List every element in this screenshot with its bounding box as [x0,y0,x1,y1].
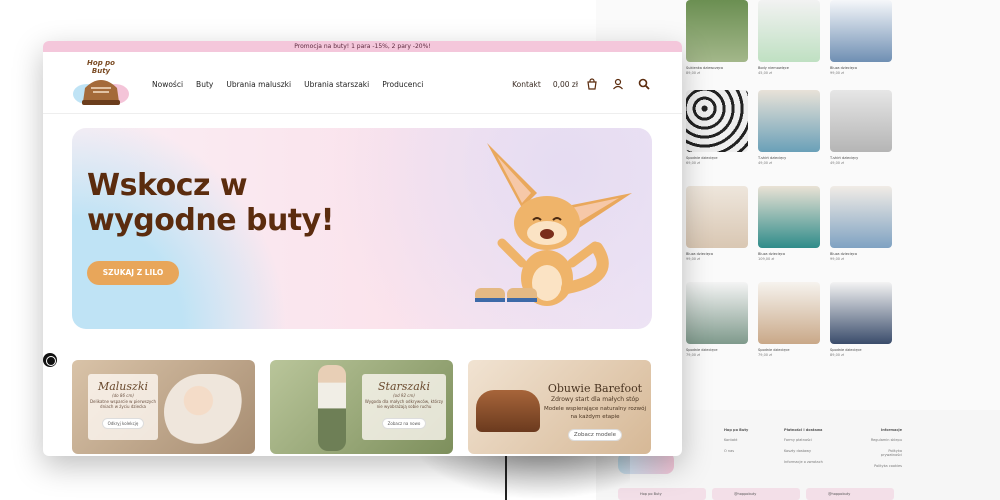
site-header: Hop po Buty Nowości Buty Ubrania maluszk… [43,52,682,114]
footer-link[interactable]: Regulamin sklepu [870,438,902,442]
product-card[interactable]: Spodnie dziecięce 69,00 zł [686,90,750,165]
card-subtitle: Zdrowy start dla małych stóp [551,396,639,403]
footer-link[interactable]: Informacje o zwrotach [784,460,874,464]
product-price: 89,00 zł [830,353,844,357]
logo-text: Hop po Buty [87,59,115,75]
fox-mascot-icon [475,143,632,306]
product-price: 79,00 zł [758,353,772,357]
footer-heading: Płatności i dostawa [784,428,823,432]
product-card[interactable]: Body niemowlęce 45,00 zł [758,0,822,75]
card-button[interactable]: Zobacz na nowo [381,417,427,429]
accessibility-icon[interactable] [43,353,57,367]
product-card[interactable]: Spodnie dziecięce 79,00 zł [686,282,750,357]
product-card[interactable]: Spodnie dziecięce 79,00 zł [758,282,822,357]
product-price: 49,00 zł [758,161,772,165]
nav-item-ubrania-starszaki[interactable]: Ubrania starszaki [304,80,369,89]
hero-title: Wskocz w wygodne buty! [87,168,334,238]
contact-link[interactable]: Kontakt [512,80,541,89]
card-title: Starszaki [378,380,430,393]
product-image[interactable] [758,186,820,248]
promo-bar: Promocja na buty! 1 para -15%, 2 pary -2… [43,41,682,52]
card-panel: Obuwie Barefoot Zdrowy start dla małych … [540,370,650,450]
card-title: Obuwie Barefoot [547,382,643,395]
product-image[interactable] [686,0,748,62]
product-image[interactable] [758,282,820,344]
product-price: 79,00 zł [686,353,700,357]
product-price: 89,00 zł [686,71,700,75]
product-price: 49,00 zł [830,161,844,165]
product-image[interactable] [758,0,820,62]
category-card-maluszki[interactable]: Maluszki (do 86 cm) Delikatne wsparcie w… [72,360,255,454]
product-image[interactable] [830,186,892,248]
product-price: 99,00 zł [830,257,844,261]
search-icon[interactable] [638,78,650,90]
cart-total[interactable]: 0,00 zł [553,80,578,89]
nav-item-buty[interactable]: Buty [196,80,213,89]
social-instagram[interactable]: @hoppobuty [712,488,800,500]
footer-link[interactable]: Formy płatności [784,438,874,442]
product-card[interactable]: Bluza dziecięca 109,00 zł [758,186,822,261]
product-card[interactable]: T-shirt dziecięcy 49,00 zł [830,90,894,165]
product-card[interactable]: Bluza dziecięca 99,00 zł [830,0,894,75]
card-description: Wygoda dla małych odkrywców, którzy nie … [364,398,444,410]
footer-column: Informacje Regulamin sklepu Polityka pry… [870,428,902,475]
nav-item-nowosci[interactable]: Nowości [152,80,183,89]
account-icon[interactable] [612,78,624,90]
cta-button[interactable]: SZUKAJ Z LILO [87,261,179,285]
header-actions: Kontakt 0,00 zł [512,78,650,90]
front-home-page: Promocja na buty! 1 para -15%, 2 pary -2… [43,41,682,456]
card-photo [318,365,346,451]
product-price: 99,00 zł [686,257,700,261]
product-image[interactable] [686,186,748,248]
product-image[interactable] [830,282,892,344]
product-image[interactable] [830,0,892,62]
logo[interactable]: Hop po Buty [71,58,131,110]
card-button[interactable]: Zobacz modele [567,429,623,441]
nav-item-ubrania-maluszki[interactable]: Ubrania maluszki [226,80,291,89]
card-description: Modele wspierające naturalny rozwój na k… [543,406,647,420]
product-price: 69,00 zł [686,161,700,165]
social-tiktok[interactable]: @hoppobuty [806,488,894,500]
product-card[interactable]: Spodnie dziecięce 89,00 zł [830,282,894,357]
category-card-starszaki[interactable]: Starszaki (od 92 cm) Wygoda dla małych o… [270,360,453,454]
product-image[interactable] [686,282,748,344]
product-price: 45,00 zł [758,71,772,75]
screenshot-stage: Sukienka dziewczęca 89,00 zł Body niemow… [0,0,1000,500]
card-photo [476,390,540,432]
product-card[interactable]: T-shirt dziecięcy 49,00 zł [758,90,822,165]
product-card[interactable]: Sukienka dziewczęca 89,00 zł [686,0,750,75]
footer-heading: Informacje [880,428,902,432]
card-photo [164,374,250,450]
card-description: Delikatne wsparcie w pierwszych dniach w… [89,398,157,410]
product-image[interactable] [758,90,820,152]
cart-icon[interactable] [586,78,598,90]
product-image[interactable] [686,90,748,152]
product-card[interactable]: Bluza dziecięca 99,00 zł [830,186,894,261]
footer-link[interactable]: Polityka cookies [870,464,902,468]
card-button[interactable]: Odkryj kolekcję [101,417,145,429]
social-facebook[interactable]: Hop po Buty [618,488,706,500]
product-price: 109,00 zł [758,257,775,261]
card-panel: Starszaki (od 92 cm) Wygoda dla małych o… [362,374,446,440]
category-card-barefoot[interactable]: Obuwie Barefoot Zdrowy start dla małych … [468,360,651,454]
card-title: Maluszki [97,380,149,393]
hero-banner: Wskocz w wygodne buty! SZUKAJ Z LILO [72,128,652,329]
stand-pole [505,455,507,500]
footer-link[interactable]: Polityka prywatności [870,449,902,457]
footer-column: Płatności i dostawa Formy płatności Kosz… [784,428,874,471]
main-nav: Nowości Buty Ubrania maluszki Ubrania st… [152,80,423,89]
footer-link[interactable]: Koszty dostawy [784,449,874,453]
product-image[interactable] [830,90,892,152]
product-price: 99,00 zł [830,71,844,75]
card-panel: Maluszki (do 86 cm) Delikatne wsparcie w… [88,374,158,440]
nav-item-producenci[interactable]: Producenci [382,80,423,89]
product-card[interactable]: Bluza dziecięca 99,00 zł [686,186,750,261]
category-cards: Maluszki (do 86 cm) Delikatne wsparcie w… [72,360,652,456]
